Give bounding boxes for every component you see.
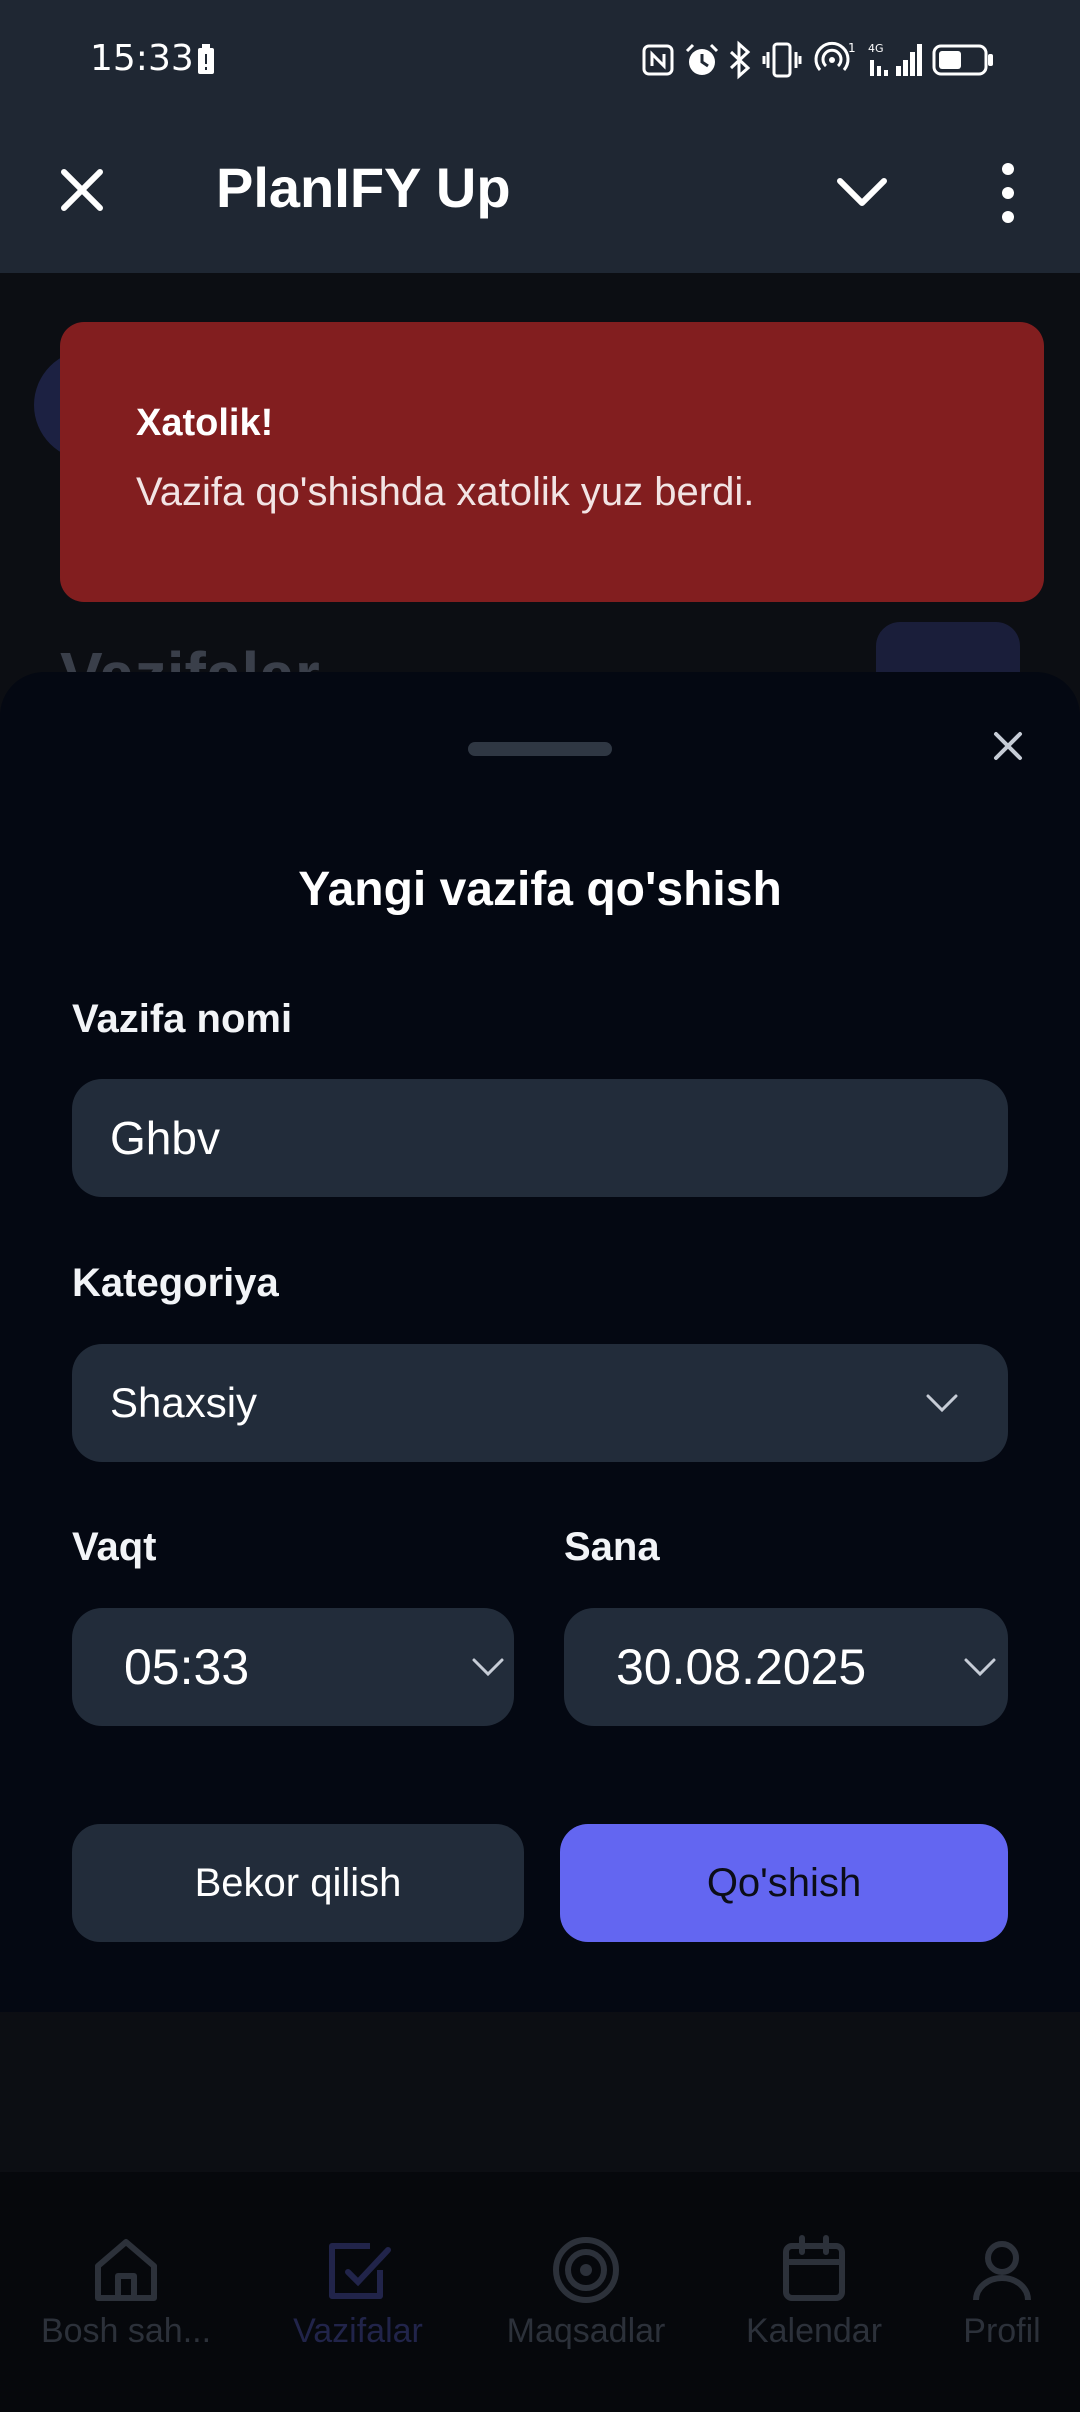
date-label: Sana (564, 1525, 660, 1569)
nfc-icon (642, 44, 674, 76)
page-title: PlanIFY Up (216, 156, 511, 219)
cancel-button[interactable]: Bekor qilish (72, 1824, 524, 1942)
checkbox-icon (329, 2243, 391, 2299)
close-icon[interactable] (988, 726, 1028, 766)
category-value: Shaxsiy (110, 1379, 258, 1426)
nav-label-tasks: Vazifalar (293, 2312, 423, 2350)
date-value: 30.08.2025 (616, 1639, 867, 1695)
nav-item-goals[interactable]: Maqsadlar (466, 2172, 706, 2412)
category-label: Kategoriya (72, 1261, 279, 1305)
svg-text:4G: 4G (868, 42, 884, 55)
bottom-nav: Bosh sah... Vazifalar Maqsadlar Kalendar… (0, 2172, 1080, 2412)
battery-saver-icon (198, 44, 214, 74)
task-name-value: Ghbv (110, 1112, 220, 1164)
drag-handle[interactable] (468, 742, 612, 756)
svg-text:1: 1 (848, 41, 856, 55)
hotspot-icon: 1 (814, 41, 856, 71)
alarm-icon (685, 43, 719, 75)
chevron-down-icon (964, 1658, 996, 1677)
nav-item-home[interactable]: Bosh sah... (6, 2172, 246, 2412)
chevron-down-icon[interactable] (832, 167, 892, 217)
time-select[interactable]: 05:33 (72, 1608, 514, 1726)
time-value: 05:33 (124, 1639, 250, 1695)
category-select[interactable]: Shaxsiy (72, 1344, 1008, 1462)
bluetooth-icon (729, 40, 751, 80)
vibrate-icon (762, 42, 802, 78)
task-name-label: Vazifa nomi (72, 997, 293, 1041)
nav-label-home: Bosh sah... (40, 2312, 212, 2350)
more-vertical-icon[interactable] (988, 153, 1028, 233)
status-bar: 15:33 1 4G (0, 0, 1080, 125)
task-name-input[interactable]: Ghbv (72, 1079, 1008, 1197)
nav-item-tasks[interactable]: Vazifalar (238, 2172, 478, 2412)
app-bar: PlanIFY Up (0, 125, 1080, 273)
error-toast: Xatolik! Vazifa qo'shishda xatolik yuz b… (60, 322, 1044, 602)
chevron-down-icon (926, 1394, 958, 1413)
status-time: 15:33 (90, 38, 194, 79)
signal-icon: 4G (868, 42, 922, 76)
nav-label-goals: Maqsadlar (506, 2312, 666, 2350)
nav-item-profile[interactable]: Profil (882, 2172, 1080, 2412)
close-icon[interactable] (52, 160, 112, 220)
toast-title: Xatolik! (136, 402, 274, 444)
chevron-down-icon (472, 1658, 504, 1677)
battery-icon (932, 44, 993, 76)
home-icon (95, 2239, 157, 2301)
sheet-title: Yangi vazifa qo'shish (298, 863, 782, 916)
add-task-sheet: Yangi vazifa qo'shish Vazifa nomi Ghbv K… (0, 672, 1080, 2012)
add-task-button[interactable]: Qo'shish (560, 1824, 1008, 1942)
target-icon (553, 2237, 619, 2303)
nav-label-profile: Profil (963, 2312, 1041, 2350)
calendar-icon (783, 2235, 845, 2301)
user-icon (973, 2241, 1031, 2301)
toast-message: Vazifa qo'shishda xatolik yuz berdi. (136, 470, 755, 514)
date-select[interactable]: 30.08.2025 (564, 1608, 1008, 1726)
time-label: Vaqt (72, 1525, 157, 1569)
